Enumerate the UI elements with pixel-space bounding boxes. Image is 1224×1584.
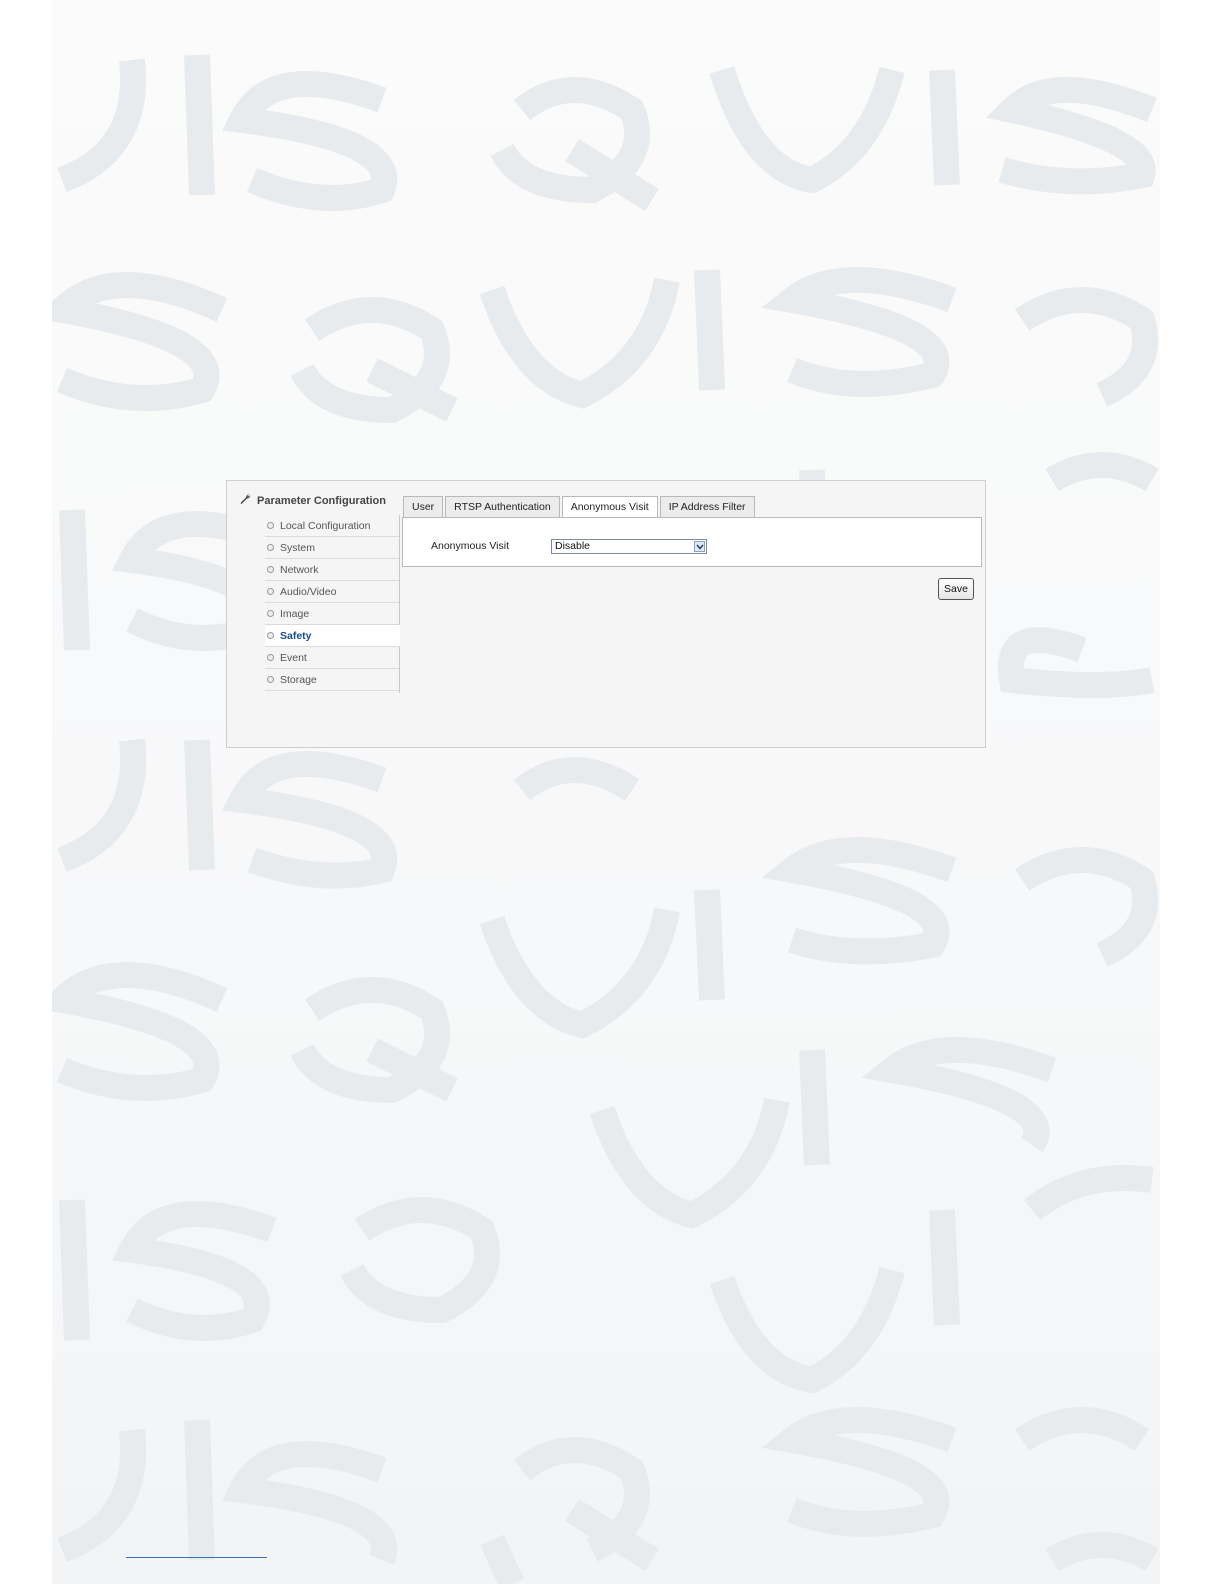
save-button[interactable]: Save — [938, 578, 974, 600]
tab-rtsp-authentication[interactable]: RTSP Authentication — [445, 496, 560, 518]
anonymous-visit-label: Anonymous Visit — [431, 540, 510, 552]
tab-anonymous-visit[interactable]: Anonymous Visit — [561, 496, 658, 519]
sidebar-item-label: Local Configuration — [280, 519, 371, 532]
bullet-icon — [267, 610, 274, 617]
wrench-icon — [239, 493, 251, 508]
sidebar-nav: Local Configuration System Network Audio… — [265, 515, 400, 693]
tab-ip-address-filter[interactable]: IP Address Filter — [659, 496, 755, 518]
bullet-icon — [267, 676, 274, 683]
sidebar-item-label: Event — [280, 651, 307, 664]
bullet-icon — [267, 544, 274, 551]
sidebar-item-event[interactable]: Event — [265, 647, 399, 669]
sidebar-item-storage[interactable]: Storage — [265, 669, 399, 691]
tab-bar: User RTSP Authentication Anonymous Visit… — [403, 496, 755, 519]
anonymous-visit-select[interactable]: Disable — [551, 539, 707, 554]
sidebar-item-image[interactable]: Image — [265, 603, 399, 625]
sidebar-item-system[interactable]: System — [265, 537, 399, 559]
sidebar-item-label: System — [280, 541, 316, 554]
app-screenshot: Parameter Configuration Local Configurat… — [226, 480, 986, 748]
sidebar-item-label: Audio/Video — [280, 585, 337, 598]
sidebar-item-label: Network — [280, 563, 319, 576]
bullet-icon — [267, 588, 274, 595]
sidebar-item-local-configuration[interactable]: Local Configuration — [265, 515, 399, 537]
panel-title-label: Parameter Configuration — [257, 494, 386, 507]
sidebar-item-label: Image — [280, 607, 310, 620]
watermark-background — [52, 0, 1160, 1584]
bullet-icon — [267, 632, 274, 639]
chevron-down-icon[interactable] — [694, 541, 705, 552]
footer-link-underline — [126, 1557, 267, 1558]
sidebar-item-label: Safety — [280, 629, 312, 642]
watermark-pattern — [52, 54, 1159, 1584]
sidebar-item-safety[interactable]: Safety — [265, 625, 400, 647]
anonymous-visit-value: Disable — [555, 540, 591, 552]
sidebar-item-label: Storage — [280, 673, 317, 686]
bullet-icon — [267, 566, 274, 573]
bullet-icon — [267, 522, 274, 529]
bullet-icon — [267, 654, 274, 661]
tab-user[interactable]: User — [403, 496, 444, 518]
sidebar-item-audio-video[interactable]: Audio/Video — [265, 581, 399, 603]
tab-content-panel: Anonymous Visit Disable — [402, 517, 982, 567]
panel-title: Parameter Configuration — [239, 493, 386, 508]
sidebar-item-network[interactable]: Network — [265, 559, 399, 581]
